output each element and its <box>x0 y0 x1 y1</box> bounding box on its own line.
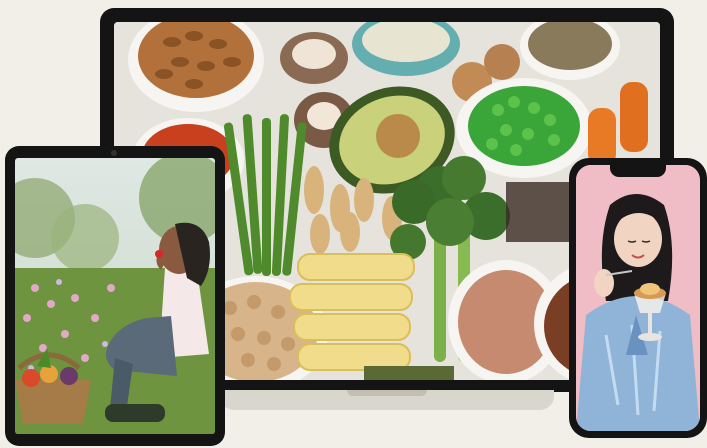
tablet-screen-garden-photo <box>15 158 215 434</box>
tablet-camera <box>111 150 117 156</box>
laptop-base <box>220 390 554 410</box>
laptop-trackpad-notch <box>347 390 427 396</box>
woman-eating-dessert-illustration <box>576 165 700 431</box>
phone-device <box>569 158 707 438</box>
phone-notch <box>610 164 666 177</box>
woman-in-garden-illustration <box>15 158 215 434</box>
tablet-device <box>5 146 225 446</box>
phone-screen-dessert-photo <box>576 165 700 431</box>
